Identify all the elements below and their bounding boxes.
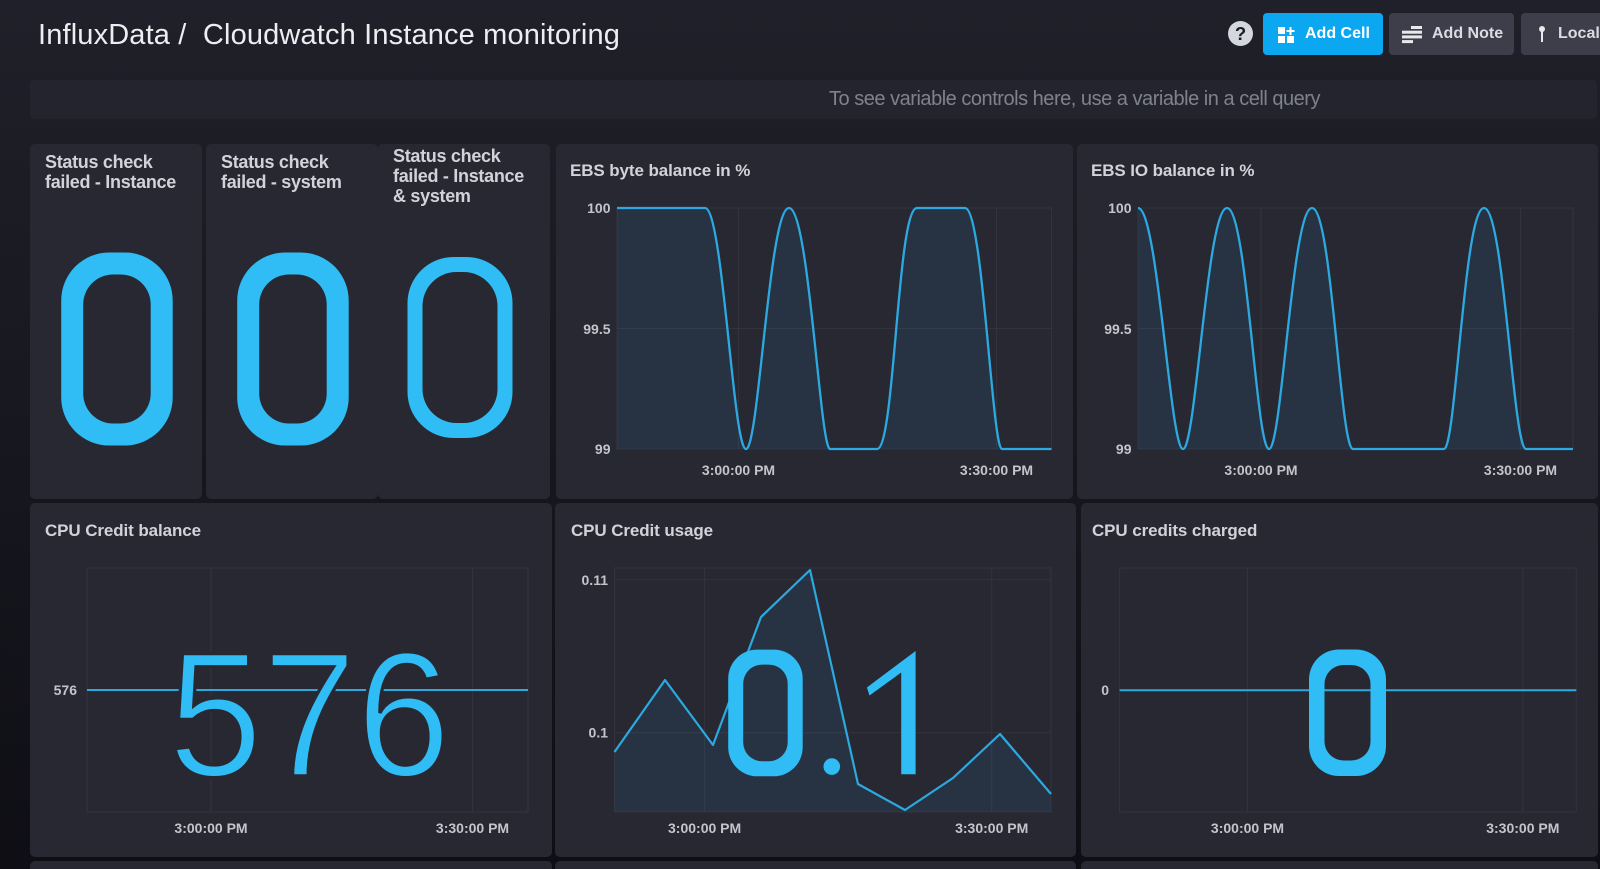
svg-text:576: 576	[168, 615, 450, 814]
svg-text:3:30:00 PM: 3:30:00 PM	[1486, 820, 1559, 836]
svg-text:99.5: 99.5	[583, 321, 610, 337]
svg-text:3:00:00 PM: 3:00:00 PM	[174, 820, 247, 836]
svg-text:0: 0	[1101, 682, 1109, 698]
svg-text:3:30:00 PM: 3:30:00 PM	[955, 820, 1028, 836]
svg-text:576: 576	[54, 682, 78, 698]
svg-text:99.5: 99.5	[1104, 321, 1131, 337]
svg-text:3:30:00 PM: 3:30:00 PM	[960, 462, 1033, 478]
svg-text:3:00:00 PM: 3:00:00 PM	[702, 462, 775, 478]
svg-text:99: 99	[1116, 441, 1132, 457]
svg-text:3:30:00 PM: 3:30:00 PM	[1484, 462, 1557, 478]
svg-text:3:00:00 PM: 3:00:00 PM	[668, 820, 741, 836]
svg-text:3:00:00 PM: 3:00:00 PM	[1211, 820, 1284, 836]
svg-text:99: 99	[595, 441, 611, 457]
svg-text:0.1: 0.1	[589, 725, 609, 741]
svg-text:100: 100	[1108, 200, 1132, 216]
svg-text:0.11: 0.11	[582, 572, 609, 588]
svg-text:3:00:00 PM: 3:00:00 PM	[1224, 462, 1297, 478]
svg-text:3:30:00 PM: 3:30:00 PM	[436, 820, 509, 836]
svg-text:100: 100	[587, 200, 611, 216]
